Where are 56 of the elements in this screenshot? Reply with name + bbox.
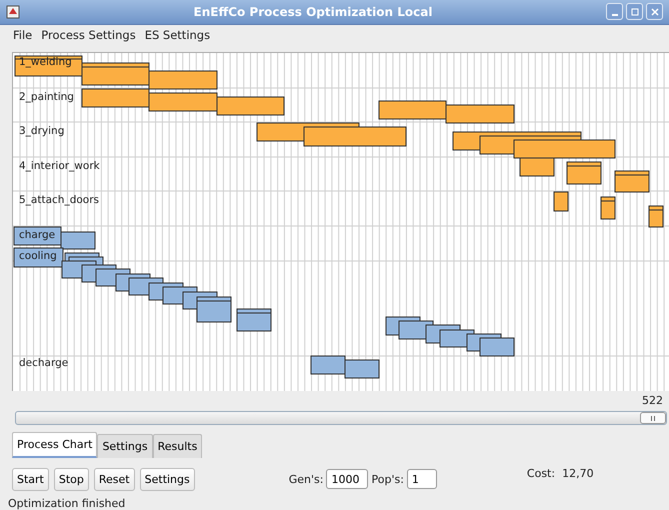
process-bar bbox=[14, 55, 82, 76]
energy-bar bbox=[236, 308, 272, 332]
cost-value: 12,70 bbox=[562, 467, 594, 480]
toolbar-button[interactable]: Stop bbox=[54, 468, 89, 491]
status-text: Optimization finished bbox=[8, 497, 126, 510]
close-icon bbox=[650, 6, 660, 17]
process-bar bbox=[148, 70, 218, 90]
lane-label: decharge bbox=[19, 356, 68, 369]
maximize-button[interactable] bbox=[626, 3, 643, 20]
lane-label: cooling bbox=[19, 250, 57, 262]
process-bar bbox=[614, 170, 650, 192]
process-bar bbox=[82, 62, 150, 86]
process-bar bbox=[648, 205, 664, 228]
process-bar bbox=[566, 161, 602, 184]
process-bar bbox=[600, 196, 616, 220]
process-bar bbox=[82, 88, 150, 108]
process-bar bbox=[378, 100, 446, 120]
input-field[interactable]: 1000 bbox=[326, 469, 368, 490]
toolbar-button[interactable]: Settings bbox=[140, 468, 195, 491]
energy-bar bbox=[310, 355, 346, 374]
menu-item[interactable]: Process Settings bbox=[41, 28, 136, 42]
window-title: EnEffCo Process Optimization Local bbox=[192, 4, 434, 19]
lane-label: 1_welding bbox=[19, 56, 72, 68]
energy-bar bbox=[14, 226, 62, 246]
slider-track[interactable] bbox=[15, 411, 667, 426]
slider-reading: 522 bbox=[642, 394, 663, 408]
lane-label: 4_interior_work bbox=[19, 160, 100, 172]
energy-bar bbox=[60, 231, 96, 250]
cost-label: Cost: bbox=[526, 467, 556, 480]
tab[interactable]: Process Chart bbox=[12, 432, 98, 458]
input-field[interactable]: 1 bbox=[406, 469, 437, 490]
menu-item[interactable]: ES Settings bbox=[144, 28, 210, 42]
tab[interactable]: Settings bbox=[97, 434, 153, 458]
slider-thumb[interactable] bbox=[640, 412, 666, 424]
field-label: Pop's: bbox=[371, 472, 404, 486]
app-icon bbox=[6, 4, 20, 19]
toolbar-button[interactable]: Reset bbox=[94, 468, 135, 491]
process-bar bbox=[216, 96, 284, 116]
close-button[interactable] bbox=[646, 3, 663, 20]
field-label: Gen's: bbox=[288, 472, 324, 486]
lane-label: 5_attach_doors bbox=[19, 194, 100, 206]
process-bar bbox=[446, 104, 514, 124]
menu-item[interactable]: File bbox=[13, 28, 32, 42]
process-bar bbox=[148, 92, 218, 112]
maximize-icon bbox=[630, 6, 640, 17]
lane-label: charge bbox=[19, 228, 56, 241]
tab[interactable]: Results bbox=[152, 434, 202, 458]
lane-label: 2_painting bbox=[19, 90, 74, 103]
energy-bar bbox=[344, 359, 380, 378]
minimize-icon bbox=[612, 14, 618, 16]
toolbar-button[interactable]: Start bbox=[12, 468, 49, 491]
lane-label: 3_drying bbox=[19, 124, 64, 137]
minimize-button[interactable] bbox=[606, 3, 623, 20]
energy-bar bbox=[480, 337, 514, 356]
energy-bar bbox=[14, 247, 64, 268]
process-bar bbox=[554, 191, 568, 212]
